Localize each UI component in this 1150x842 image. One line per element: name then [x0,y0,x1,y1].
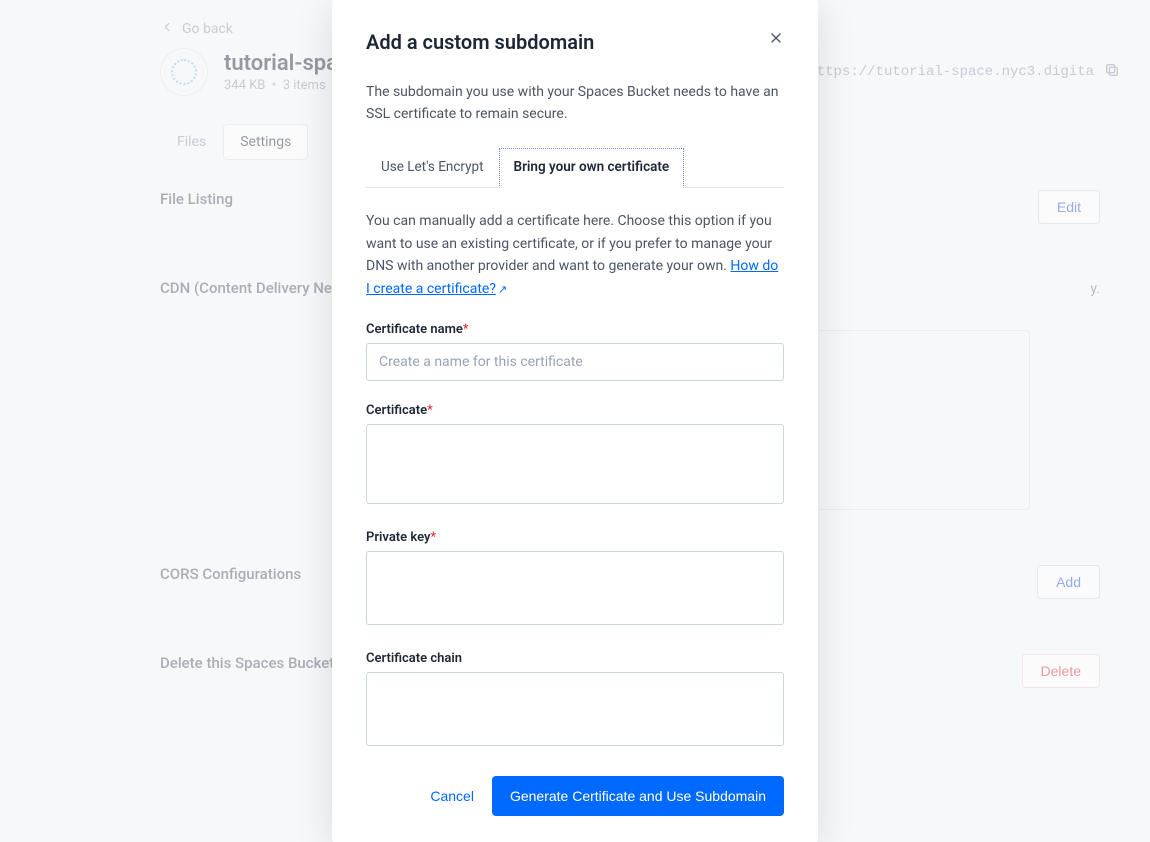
space-logo-icon [160,48,208,96]
certificate-tabs: Use Let's Encrypt Bring your own certifi… [366,147,784,188]
go-back-label: Go back [182,21,233,37]
certificate-chain-label: Certificate chain [366,651,784,666]
byoc-tab-content: You can manually add a certificate here.… [366,188,784,300]
certificate-textarea[interactable] [366,424,784,504]
private-key-textarea[interactable] [366,551,784,625]
modal-description: The subdomain you use with your Spaces B… [366,82,784,125]
modal-title: Add a custom subdomain [366,30,594,54]
copy-icon[interactable] [1104,62,1120,83]
cancel-button[interactable]: Cancel [426,778,478,814]
close-icon[interactable] [768,30,784,50]
tab-bring-your-own-certificate[interactable]: Bring your own certificate [499,148,685,188]
private-key-label: Private key* [366,530,784,545]
certificate-label: Certificate* [366,403,784,418]
arrow-left-icon [160,20,174,38]
external-link-icon: ↗ [498,283,507,296]
delete-button[interactable]: Delete [1022,654,1100,688]
space-url: https://tutorial-space.nyc3.digita [808,64,1094,80]
tab-files[interactable]: Files [160,124,223,160]
custom-subdomain-modal: Add a custom subdomain The subdomain you… [332,0,818,842]
certificate-name-label: Certificate name* [366,322,784,337]
certificate-chain-textarea[interactable] [366,672,784,746]
tab-settings[interactable]: Settings [223,124,308,160]
tab-lets-encrypt[interactable]: Use Let's Encrypt [366,148,499,188]
add-button[interactable]: Add [1037,565,1100,599]
generate-certificate-button[interactable]: Generate Certificate and Use Subdomain [492,776,784,816]
byoc-text: You can manually add a certificate here.… [366,213,772,274]
certificate-name-input[interactable] [366,343,784,381]
edit-button[interactable]: Edit [1038,190,1100,224]
